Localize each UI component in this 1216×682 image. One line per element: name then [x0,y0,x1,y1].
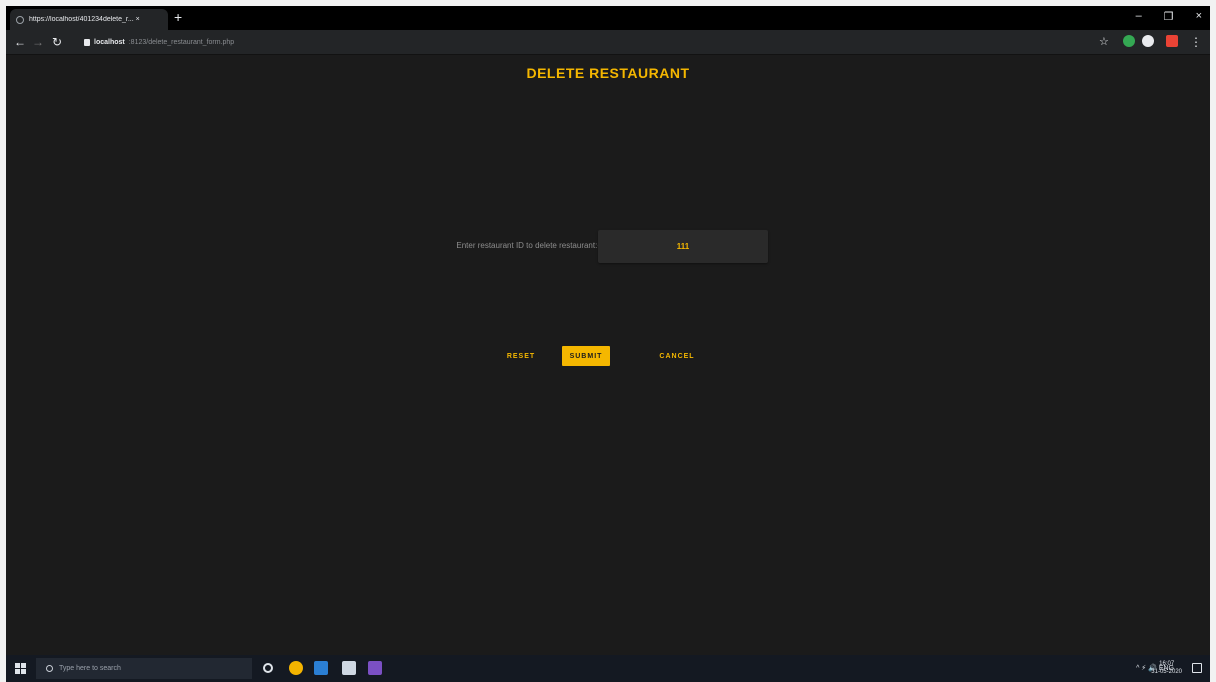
windows-taskbar: Type here to search ^ ⚡ 🔊 ENG 16:07 31-0… [6,655,1210,682]
task-view-icon[interactable] [263,663,273,673]
browser-tab[interactable]: https://localhost/401234delete_r... × [10,9,168,30]
search-placeholder: Type here to search [59,665,121,672]
page-title: DELETE RESTAURANT [526,65,690,81]
extension-icon[interactable] [1166,35,1178,47]
maximize-icon[interactable]: ❐ [1164,10,1174,23]
tab-title: https://localhost/401234delete_r... × [29,16,140,23]
cancel-button[interactable]: CANCEL [650,346,704,366]
page-content: DELETE RESTAURANT Enter restaurant ID to… [6,56,1210,655]
search-icon [46,665,53,672]
extension-icon[interactable] [1123,35,1135,47]
submit-button[interactable]: SUBMIT [562,346,610,366]
taskbar-clock[interactable]: 16:07 31-05-2020 [1151,660,1182,676]
address-bar[interactable]: localhost :8123/delete_restaurant_form.p… [82,34,1082,50]
address-host: localhost [94,38,125,46]
restaurant-id-input[interactable] [598,230,768,263]
star-icon[interactable]: ☆ [1099,35,1109,49]
lock-icon [84,38,90,46]
taskbar-search-box[interactable]: Type here to search [36,658,252,679]
clock-time: 16:07 [1159,661,1175,667]
clock-date: 31-05-2020 [1151,669,1182,675]
restaurant-id-label: Enter restaurant ID to delete restaurant… [456,241,600,250]
profile-icon[interactable] [1142,35,1154,47]
reload-icon[interactable]: ↻ [52,35,62,49]
photos-icon[interactable] [342,661,356,675]
new-tab-button[interactable]: + [174,10,182,24]
back-icon[interactable]: ← [14,35,26,49]
tab-strip: https://localhost/401234delete_r... × + … [6,6,1210,30]
menu-icon[interactable]: ⋮ [1190,35,1202,49]
address-path: :8123/delete_restaurant_form.php [128,38,235,46]
windows-start-icon[interactable] [15,663,26,674]
reset-button[interactable]: RESET [494,346,548,366]
close-icon[interactable]: × [1196,10,1202,23]
visual-studio-icon[interactable] [368,661,382,675]
mail-icon[interactable] [314,661,328,675]
minimize-icon[interactable]: – [1136,10,1142,23]
notification-icon[interactable] [1192,663,1202,673]
window-controls: – ❐ × [1136,10,1202,23]
chrome-icon[interactable] [289,661,303,675]
browser-toolbar: ← → ↻ localhost :8123/delete_restaurant_… [6,30,1210,55]
globe-icon [16,15,24,24]
browser-window: https://localhost/401234delete_r... × + … [6,6,1210,682]
forward-icon[interactable]: → [32,35,44,49]
